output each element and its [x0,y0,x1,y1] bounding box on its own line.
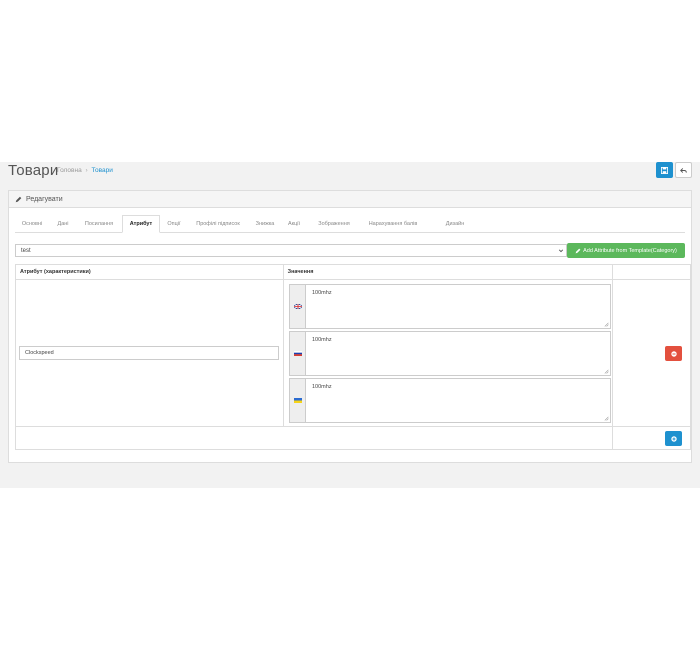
table-header-row: Атрибут (характеристики) Значення [15,264,691,280]
resize-grip-icon[interactable] [603,415,609,421]
flag-uk-icon [289,378,306,423]
value-textarea-ru[interactable]: 100mhz [306,331,611,376]
tab-options[interactable]: Опції [163,215,185,232]
value-text-en: 100mhz [312,290,332,296]
tab-discount[interactable]: Знижка [251,215,279,232]
add-attribute-button[interactable] [665,431,682,446]
add-attribute-from-template-label: Add Attribute from Template(Category) [583,247,677,254]
breadcrumb: Головна › Товари [57,167,113,174]
tab-design[interactable]: Дизайн [440,215,470,232]
attribute-name-input[interactable]: Clockspeed [19,346,279,360]
panel-heading: Редагувати [9,191,691,208]
language-value-row-ru: 100mhz [289,331,611,376]
table-footer-row [14,426,691,450]
column-header-actions [612,264,691,280]
breadcrumb-separator: › [85,167,88,174]
back-button[interactable] [675,162,692,178]
save-button[interactable] [656,162,673,178]
screenshot-area: Товари Головна › Товари Редагувати Основ… [0,162,700,488]
page-title: Товари [8,162,59,179]
reply-icon [680,167,687,173]
resize-grip-icon[interactable] [603,368,609,374]
tab-bar: Основні Дані Посилання Атрибут Опції Про… [15,215,685,233]
value-textarea-en[interactable]: 100mhz [306,284,611,329]
template-select-value: test [21,247,31,254]
value-textarea-uk[interactable]: 100mhz [306,378,611,423]
pencil-icon [575,248,581,253]
language-value-row-en: 100mhz [289,284,611,329]
breadcrumb-home[interactable]: Головна [57,167,82,174]
value-text-ru: 100mhz [312,337,332,343]
tab-attribute[interactable]: Атрибут [122,215,160,233]
resize-grip-icon[interactable] [603,321,609,327]
panel-heading-label: Редагувати [26,195,63,203]
add-attribute-from-template-button[interactable]: Add Attribute from Template(Category) [567,243,685,258]
minus-circle-icon [670,350,677,357]
pencil-icon [15,196,22,203]
tab-images[interactable]: Зображення [309,215,359,232]
tab-data[interactable]: Дані [51,215,75,232]
flag-ru-icon [289,331,306,376]
remove-attribute-button[interactable] [665,346,682,361]
plus-circle-icon [670,435,677,442]
tab-specials[interactable]: Акції [283,215,305,232]
save-icon [661,166,668,174]
language-value-row-uk: 100mhz [289,378,611,423]
tab-general[interactable]: Основні [15,215,49,232]
footer-empty-cell [14,426,614,450]
flag-en-icon [289,284,306,329]
tab-subscription-profiles[interactable]: Профілі підписок [189,215,247,232]
column-header-attribute: Атрибут (характеристики) [15,264,284,280]
chevron-down-icon [558,249,564,253]
template-select[interactable]: test [15,244,567,257]
edit-panel: Редагувати Основні Дані Посилання Атрибу… [8,190,692,463]
tab-links[interactable]: Посилання [77,215,121,232]
value-text-uk: 100mhz [312,384,332,390]
column-header-value: Значення [282,264,614,280]
tab-reward-points[interactable]: Нарахування балів [363,215,423,232]
breadcrumb-products[interactable]: Товари [92,167,113,174]
